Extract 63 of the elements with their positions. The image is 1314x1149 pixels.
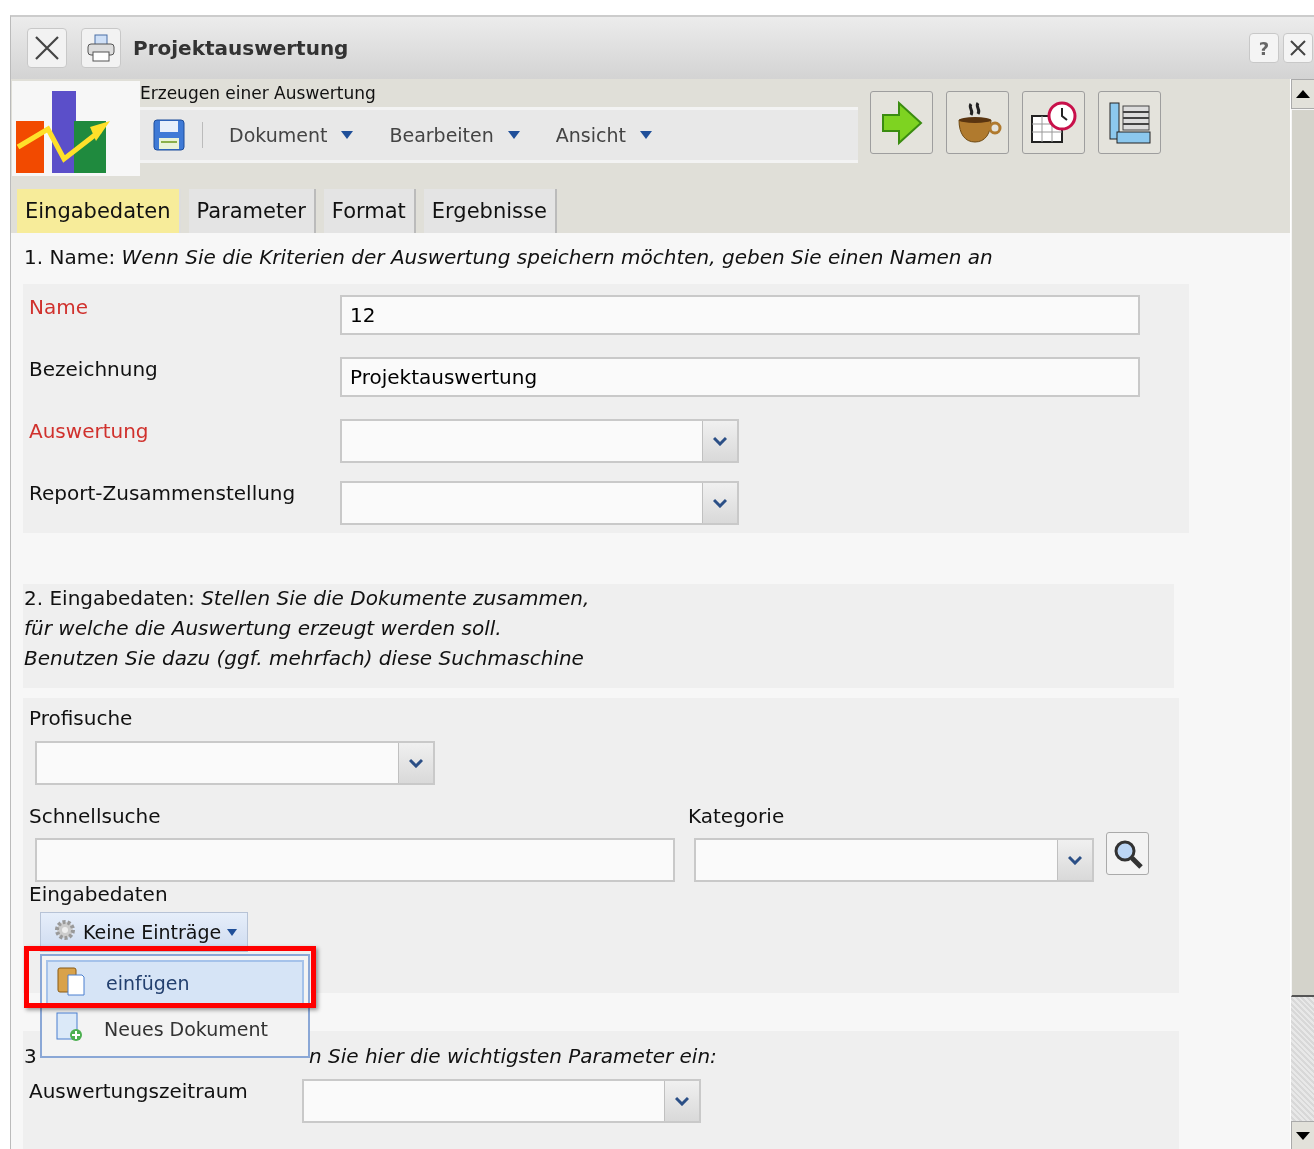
- field-label: Eingabedaten: [29, 882, 169, 908]
- field-label: Report-Zusammenstellung: [29, 480, 297, 505]
- section-heading: 2. Eingabedaten: Stellen Sie die Dokumente zusammen,: [24, 586, 591, 612]
- tab[interactable]: Parameter: [188, 189, 316, 233]
- up-arrow-icon: [1296, 90, 1310, 98]
- close-button[interactable]: [27, 28, 67, 68]
- dropdown-field[interactable]: [694, 838, 1094, 882]
- layout-button[interactable]: [1098, 91, 1161, 154]
- close-button[interactable]: [1283, 33, 1313, 63]
- scroll-thumb[interactable]: [1291, 109, 1314, 997]
- help-button[interactable]: ?: [1249, 33, 1279, 63]
- calendar-clock-icon: [1028, 99, 1079, 146]
- field-label: Bezeichnung: [29, 356, 159, 381]
- text-field[interactable]: 12: [340, 295, 1140, 335]
- chevron-down-icon: [675, 1096, 689, 1106]
- section-heading: 1. Name: Wenn Sie die Kriterien der Auswertung speichern möchten, geben Sie einen Namen an: [23, 245, 994, 271]
- printer-icon: [86, 33, 116, 63]
- scroll-down-button[interactable]: [1291, 1121, 1314, 1149]
- down-arrow-icon: [1296, 1132, 1310, 1140]
- chevron-down-icon: [713, 436, 727, 446]
- tab[interactable]: Ergebnisse: [423, 189, 557, 233]
- field-label: Auswertungszeitraum: [29, 1078, 249, 1103]
- dropdown-field[interactable]: [340, 419, 739, 463]
- run-button[interactable]: [870, 91, 933, 154]
- field-label: Profisuche: [29, 706, 134, 732]
- chevron-down-icon: [409, 758, 423, 768]
- chevron-down-icon: [713, 498, 727, 508]
- section-heading: für welche die Auswertung erzeugt werden soll.: [24, 616, 503, 642]
- close-icon: [1289, 39, 1307, 57]
- chevron-down-icon: [1068, 855, 1082, 865]
- text-field[interactable]: Projektauswertung: [340, 357, 1140, 397]
- coffee-button[interactable]: [946, 91, 1009, 154]
- subtitle: Erzeugen einer Auswertung: [140, 82, 377, 105]
- menu-item[interactable]: Neues Dokument: [46, 1006, 304, 1052]
- window-title: Projektauswertung: [133, 36, 349, 60]
- menu-button[interactable]: Dokument: [219, 120, 364, 150]
- search-button[interactable]: [1106, 832, 1149, 875]
- dropdown-field[interactable]: [302, 1079, 701, 1123]
- section-heading: n Sie hier die wichtigsten Parameter ein:: [309, 1044, 717, 1068]
- caret-icon: [507, 131, 520, 139]
- print-button[interactable]: [81, 28, 121, 68]
- caret-icon: [639, 131, 652, 139]
- search-field[interactable]: [35, 838, 675, 882]
- scroll-up-button[interactable]: [1291, 79, 1314, 109]
- caret-icon: [227, 928, 238, 936]
- menu-button[interactable]: Ansicht: [545, 120, 662, 150]
- field-label: Auswertung: [29, 418, 150, 443]
- scrollbar[interactable]: [1290, 79, 1314, 1149]
- section-heading: Benutzen Sie dazu (ggf. mehrfach) diese Suchmaschine: [24, 646, 585, 672]
- ruler-list-icon: [1106, 99, 1153, 146]
- dropdown-field[interactable]: [35, 741, 435, 785]
- caret-icon: [341, 131, 354, 139]
- tab[interactable]: Eingabedaten: [17, 189, 181, 233]
- menu-button[interactable]: Bearbeiten: [379, 120, 530, 150]
- close-icon: [33, 34, 61, 62]
- field-label: Schnellsuche: [29, 804, 162, 830]
- tab[interactable]: Format: [323, 189, 416, 233]
- section-heading: 3: [24, 1044, 38, 1068]
- field-label: Name: [29, 294, 89, 319]
- schedule-button[interactable]: [1022, 91, 1085, 154]
- save-button[interactable]: [152, 117, 188, 153]
- field-label: Kategorie: [688, 804, 785, 830]
- dropdown-field[interactable]: [340, 481, 739, 525]
